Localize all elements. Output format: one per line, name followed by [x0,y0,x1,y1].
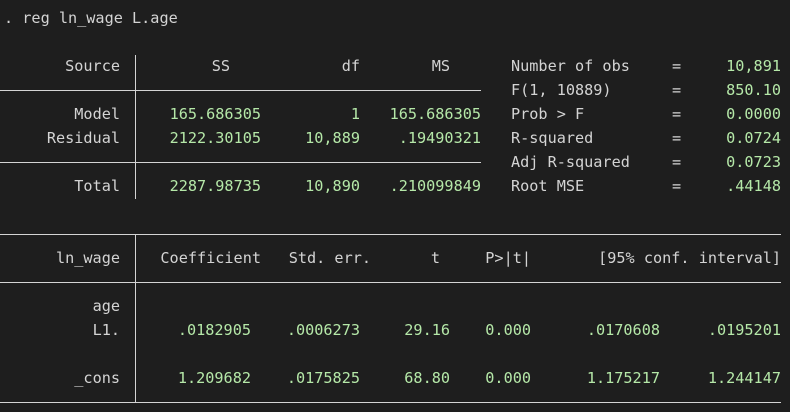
anova-total-df: 10,890 [305,177,360,195]
coef-row-p: 0.000 [485,321,531,339]
coef-row-coef: .0182905 [177,321,251,339]
anova-total-rule [0,162,481,163]
coef-bottom-rule [0,402,781,403]
stat-eq: = [672,153,682,171]
coef-row-ci-low: 1.175217 [586,369,660,387]
anova-row-model-source: Model [74,105,120,123]
anova-row-residual-ss: 2122.30105 [169,129,261,147]
coef-row-t: 29.16 [404,321,450,339]
stat-label: Prob > F [511,105,585,123]
anova-total-source: Total [74,177,120,195]
anova-header-df: df [341,57,360,75]
coef-header-t: t [430,249,440,267]
anova-header-ss: SS [211,57,230,75]
coef-top-rule [0,234,781,235]
anova-header-rule [0,90,481,91]
stat-label: Root MSE [511,177,585,195]
stat-value: 0.0000 [726,105,781,123]
coef-header-se: Std. err. [288,249,371,267]
anova-row-model-ms: 165.686305 [389,105,481,123]
stat-value: 10,891 [726,57,781,75]
coef-header-ci: [95% conf. interval] [598,249,781,267]
anova-row-residual-ms: .19490321 [398,129,481,147]
stat-value: 850.10 [726,81,781,99]
anova-total-ms: .210099849 [389,177,481,195]
anova-row-model-df: 1 [350,105,360,123]
stat-eq: = [672,57,682,75]
coef-row-p: 0.000 [485,369,531,387]
stat-label: R-squared [511,129,594,147]
coef-row-var: L1. [92,321,120,339]
anova-row-model-ss: 165.686305 [169,105,261,123]
coef-row-se: .0006273 [286,321,360,339]
stat-label: Adj R-squared [511,153,630,171]
stata-results-window: . reg ln_wage L.age Source SS df MS Mode… [0,0,790,412]
stat-eq: = [672,129,682,147]
coef-row-var: _cons [74,369,120,387]
coef-var-group: age [92,297,120,315]
coef-header-var: ln_wage [55,249,120,267]
coef-row-ci-low: .0170608 [586,321,660,339]
anova-vertical-rule [135,55,136,199]
coef-header-coef: Coefficient [160,249,261,267]
coef-vertical-rule [135,234,136,403]
stat-value: 0.0723 [726,153,781,171]
stat-label: F(1, 10889) [511,81,612,99]
anova-header-ms: MS [431,57,450,75]
command-line: . reg ln_wage L.age [4,9,178,27]
anova-row-residual-source: Residual [46,129,120,147]
stat-label: Number of obs [511,57,630,75]
coef-row-t: 68.80 [404,369,450,387]
coef-header-p: P>|t| [485,249,531,267]
stat-value: .44148 [726,177,781,195]
coef-row-ci-high: .0195201 [707,321,781,339]
stat-eq: = [672,105,682,123]
coef-row-ci-high: 1.244147 [707,369,781,387]
anova-total-ss: 2287.98735 [169,177,261,195]
anova-row-residual-df: 10,889 [305,129,360,147]
coef-row-se: .0175825 [286,369,360,387]
stat-value: 0.0724 [726,129,781,147]
coef-row-coef: 1.209682 [177,369,251,387]
anova-header-source: Source [65,57,120,75]
stat-eq: = [672,177,682,195]
coef-header-rule [0,282,781,283]
stat-eq: = [672,81,682,99]
